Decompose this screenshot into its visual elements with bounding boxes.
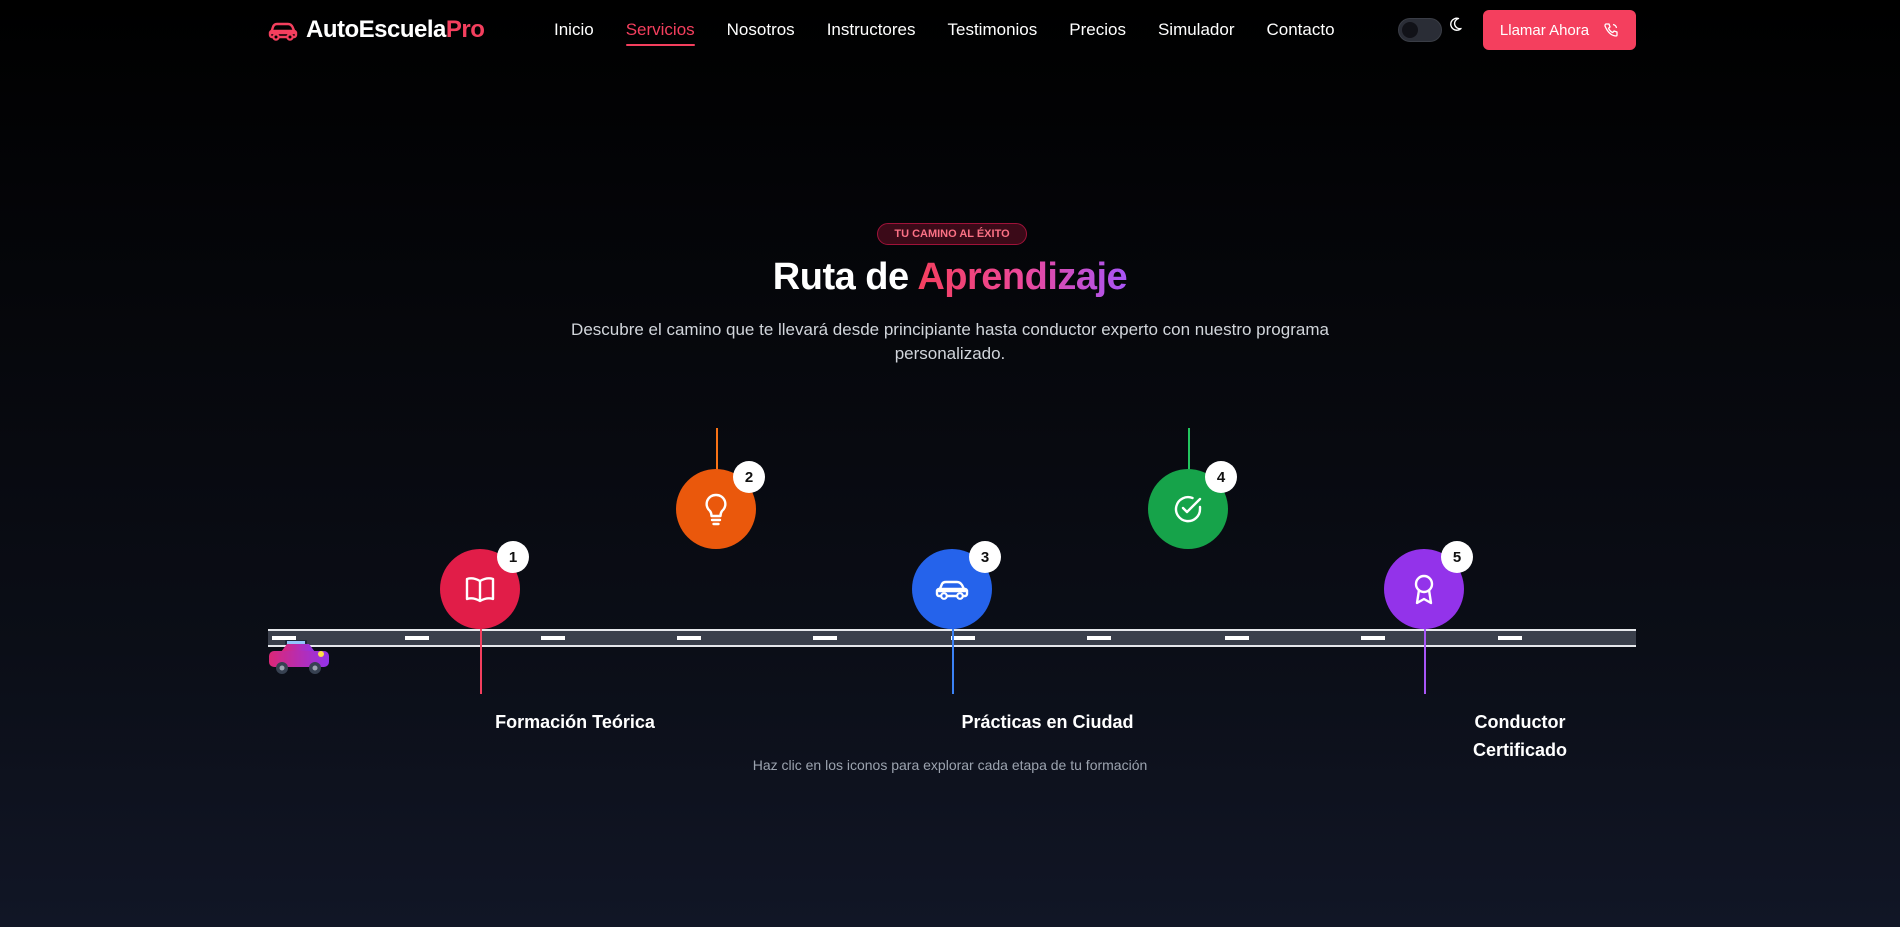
lane-mark: [405, 636, 429, 640]
lane-mark: [677, 636, 701, 640]
section-subtitle: Descubre el camino que te llevará desde …: [571, 320, 1329, 363]
step-3-number: 3: [969, 541, 1001, 573]
lane-mark: [1225, 636, 1249, 640]
step-2-number: 2: [733, 461, 765, 493]
section-badge: TU CAMINO AL ÉXITO: [877, 223, 1027, 245]
nav-link-instructores[interactable]: Instructores: [827, 18, 916, 42]
step-3-stem: [952, 627, 954, 694]
nav-link-testimonios[interactable]: Testimonios: [948, 18, 1038, 42]
lightbulb-icon: [705, 493, 727, 526]
logo-text-accent: Pro: [445, 16, 485, 43]
toggle-knob: [1402, 22, 1418, 38]
lane-mark: [951, 636, 975, 640]
step-5-label: Conductor Certificado: [1472, 712, 1568, 760]
logo[interactable]: AutoEscuelaPro: [268, 14, 485, 46]
step-5-stem: [1424, 627, 1426, 694]
step-4-button[interactable]: 4: [1148, 461, 1237, 549]
step-3-button[interactable]: 3: [912, 541, 1001, 629]
title-plain: Ruta de: [772, 256, 909, 298]
lane-mark: [813, 636, 837, 640]
nav-link-inicio[interactable]: Inicio: [554, 18, 594, 42]
step-1-button[interactable]: 1: [440, 541, 529, 629]
nav-link-nosotros[interactable]: Nosotros: [727, 18, 795, 42]
call-now-label: Llamar Ahora: [1499, 21, 1590, 39]
step-1-label: Formación Teórica: [495, 712, 655, 732]
phone-icon: [1604, 23, 1618, 37]
nav-link-simulador[interactable]: Simulador: [1158, 18, 1235, 42]
nav-links: Inicio Servicios Nosotros Instructores T…: [554, 18, 1367, 46]
nav-link-precios[interactable]: Precios: [1069, 18, 1126, 42]
logo-text: AutoEscuela: [306, 16, 446, 43]
lane-mark: [1361, 636, 1385, 640]
theme-toggle[interactable]: [1398, 18, 1442, 42]
nav-link-servicios[interactable]: Servicios: [625, 18, 695, 46]
car-icon: [935, 580, 969, 600]
lane-mark: [541, 636, 565, 640]
step-5-number: 5: [1441, 541, 1473, 573]
step-1-stem: [480, 627, 482, 694]
nav-link-contacto[interactable]: Contacto: [1267, 18, 1335, 42]
step-1-number: 1: [497, 541, 529, 573]
step-3-label: Prácticas en Ciudad: [961, 712, 1134, 732]
car-logo-icon: [268, 22, 298, 41]
navbar: AutoEscuelaPro Inicio Servicios Nosotros…: [0, 0, 1900, 60]
lane-mark: [1087, 636, 1111, 640]
interaction-hint: Haz clic en los iconos para explorar cad…: [752, 757, 1148, 773]
call-now-button[interactable]: Llamar Ahora: [1483, 10, 1636, 50]
award-icon: [1414, 574, 1434, 605]
step-2-button[interactable]: 2: [676, 461, 765, 549]
step-4-number: 4: [1205, 461, 1237, 493]
step-5-button[interactable]: 5: [1384, 541, 1473, 629]
section-title: Ruta de Aprendizaje: [0, 256, 1900, 299]
book-icon: [465, 577, 495, 603]
step-2-stem: [716, 428, 718, 470]
lane-mark: [1498, 636, 1522, 640]
moon-icon[interactable]: [1450, 16, 1466, 32]
step-4-stem: [1188, 428, 1190, 470]
title-accent: Aprendizaje: [917, 256, 1128, 298]
check-circle-icon: [1174, 495, 1202, 523]
animated-car-icon: [269, 640, 329, 674]
